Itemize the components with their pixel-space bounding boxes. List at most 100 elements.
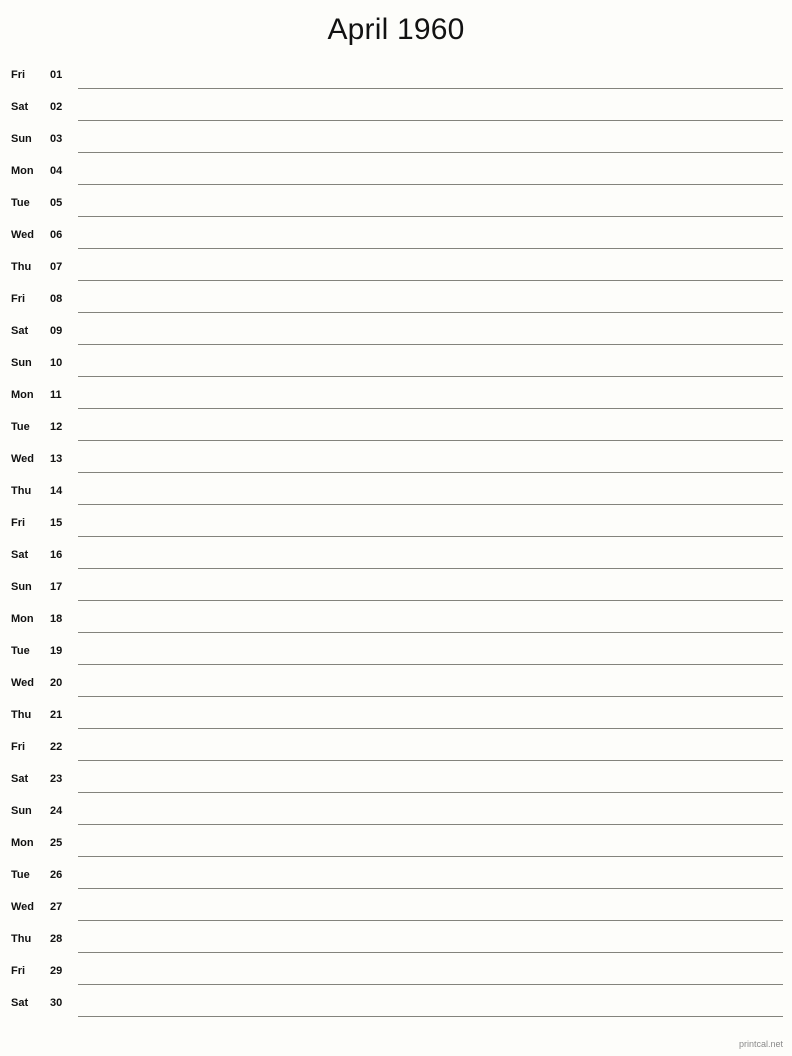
day-writing-line[interactable] xyxy=(78,664,783,665)
day-writing-line[interactable] xyxy=(78,568,783,569)
day-number-label: 22 xyxy=(50,741,63,753)
day-number-label: 23 xyxy=(50,773,63,785)
day-weekday-label: Wed xyxy=(11,229,35,241)
day-row[interactable]: Wed 27 xyxy=(0,892,792,924)
page-title: April 1960 xyxy=(327,13,465,46)
day-writing-line[interactable] xyxy=(78,1016,783,1017)
day-writing-line[interactable] xyxy=(78,88,783,89)
day-row[interactable]: Wed 20 xyxy=(0,668,792,700)
day-weekday-label: Mon xyxy=(11,837,34,849)
day-number-label: 27 xyxy=(50,901,63,913)
day-writing-line[interactable] xyxy=(78,152,783,153)
day-row[interactable]: Thu 14 xyxy=(0,476,792,508)
day-writing-line[interactable] xyxy=(78,824,783,825)
day-weekday-label: Fri xyxy=(11,965,26,977)
day-row[interactable]: Mon 18 xyxy=(0,604,792,636)
day-writing-line[interactable] xyxy=(78,888,783,889)
day-row[interactable]: Sat 09 xyxy=(0,316,792,348)
day-weekday-label: Mon xyxy=(11,613,34,625)
day-row[interactable]: Sat 23 xyxy=(0,764,792,796)
day-writing-line[interactable] xyxy=(78,248,783,249)
footer-credit: printcal.net xyxy=(738,1039,783,1049)
day-row[interactable]: Sat 16 xyxy=(0,540,792,572)
day-row[interactable]: Sat 30 xyxy=(0,988,792,1020)
day-number-label: 01 xyxy=(50,69,63,81)
day-weekday-label: Thu xyxy=(11,709,32,721)
day-writing-line[interactable] xyxy=(78,536,783,537)
day-number-label: 04 xyxy=(50,165,63,177)
day-writing-line[interactable] xyxy=(78,632,783,633)
day-writing-line[interactable] xyxy=(78,120,783,121)
day-row[interactable]: Sun 10 xyxy=(0,348,792,380)
day-writing-line[interactable] xyxy=(78,600,783,601)
day-weekday-label: Sat xyxy=(11,325,29,337)
day-row[interactable]: Thu 28 xyxy=(0,924,792,956)
day-row[interactable]: Fri 15 xyxy=(0,508,792,540)
day-weekday-label: Tue xyxy=(11,869,30,881)
day-number-label: 28 xyxy=(50,933,63,945)
day-number-label: 17 xyxy=(50,581,63,593)
day-row[interactable]: Fri 08 xyxy=(0,284,792,316)
day-writing-line[interactable] xyxy=(78,376,783,377)
day-writing-line[interactable] xyxy=(78,760,783,761)
day-row[interactable]: Fri 01 xyxy=(0,60,792,92)
day-row[interactable]: Mon 04 xyxy=(0,156,792,188)
day-writing-line[interactable] xyxy=(78,280,783,281)
day-number-label: 29 xyxy=(50,965,63,977)
day-row[interactable]: Sun 24 xyxy=(0,796,792,828)
day-row[interactable]: Wed 13 xyxy=(0,444,792,476)
day-writing-line[interactable] xyxy=(78,312,783,313)
day-number-label: 20 xyxy=(50,677,63,689)
day-weekday-label: Wed xyxy=(11,677,35,689)
day-weekday-label: Fri xyxy=(11,517,26,529)
day-row[interactable]: Mon 25 xyxy=(0,828,792,860)
day-row[interactable]: Tue 26 xyxy=(0,860,792,892)
day-weekday-label: Sun xyxy=(11,581,32,593)
day-weekday-label: Tue xyxy=(11,421,30,433)
day-number-label: 24 xyxy=(50,805,63,817)
day-row[interactable]: Tue 12 xyxy=(0,412,792,444)
day-writing-line[interactable] xyxy=(78,792,783,793)
day-writing-line[interactable] xyxy=(78,920,783,921)
day-number-label: 02 xyxy=(50,101,63,113)
day-writing-line[interactable] xyxy=(78,696,783,697)
day-number-label: 12 xyxy=(50,421,63,433)
day-weekday-label: Wed xyxy=(11,901,35,913)
day-writing-line[interactable] xyxy=(78,504,783,505)
day-row[interactable]: Sat 02 xyxy=(0,92,792,124)
day-number-label: 10 xyxy=(50,357,63,369)
day-number-label: 25 xyxy=(50,837,63,849)
day-number-label: 14 xyxy=(50,485,63,497)
day-writing-line[interactable] xyxy=(78,344,783,345)
day-weekday-label: Fri xyxy=(11,69,26,81)
day-writing-line[interactable] xyxy=(78,184,783,185)
day-number-label: 08 xyxy=(50,293,63,305)
day-writing-line[interactable] xyxy=(78,856,783,857)
day-writing-line[interactable] xyxy=(78,216,783,217)
day-row[interactable]: Sun 03 xyxy=(0,124,792,156)
day-row[interactable]: Wed 06 xyxy=(0,220,792,252)
day-writing-line[interactable] xyxy=(78,952,783,953)
day-number-label: 11 xyxy=(50,389,62,401)
day-row[interactable]: Tue 19 xyxy=(0,636,792,668)
day-writing-line[interactable] xyxy=(78,728,783,729)
day-number-label: 06 xyxy=(50,229,63,241)
day-row[interactable]: Fri 22 xyxy=(0,732,792,764)
day-writing-line[interactable] xyxy=(78,472,783,473)
day-writing-line[interactable] xyxy=(78,408,783,409)
day-number-label: 18 xyxy=(50,613,63,625)
day-number-label: 09 xyxy=(50,325,63,337)
day-row[interactable]: Thu 07 xyxy=(0,252,792,284)
day-weekday-label: Sun xyxy=(11,357,32,369)
day-writing-line[interactable] xyxy=(78,984,783,985)
day-row[interactable]: Mon 11 xyxy=(0,380,792,412)
day-number-label: 03 xyxy=(50,133,63,145)
day-weekday-label: Sun xyxy=(11,805,32,817)
day-weekday-label: Thu xyxy=(11,485,32,497)
day-row[interactable]: Fri 29 xyxy=(0,956,792,988)
day-row[interactable]: Thu 21 xyxy=(0,700,792,732)
day-weekday-label: Fri xyxy=(11,293,26,305)
day-row[interactable]: Tue 05 xyxy=(0,188,792,220)
day-writing-line[interactable] xyxy=(78,440,783,441)
day-row[interactable]: Sun 17 xyxy=(0,572,792,604)
